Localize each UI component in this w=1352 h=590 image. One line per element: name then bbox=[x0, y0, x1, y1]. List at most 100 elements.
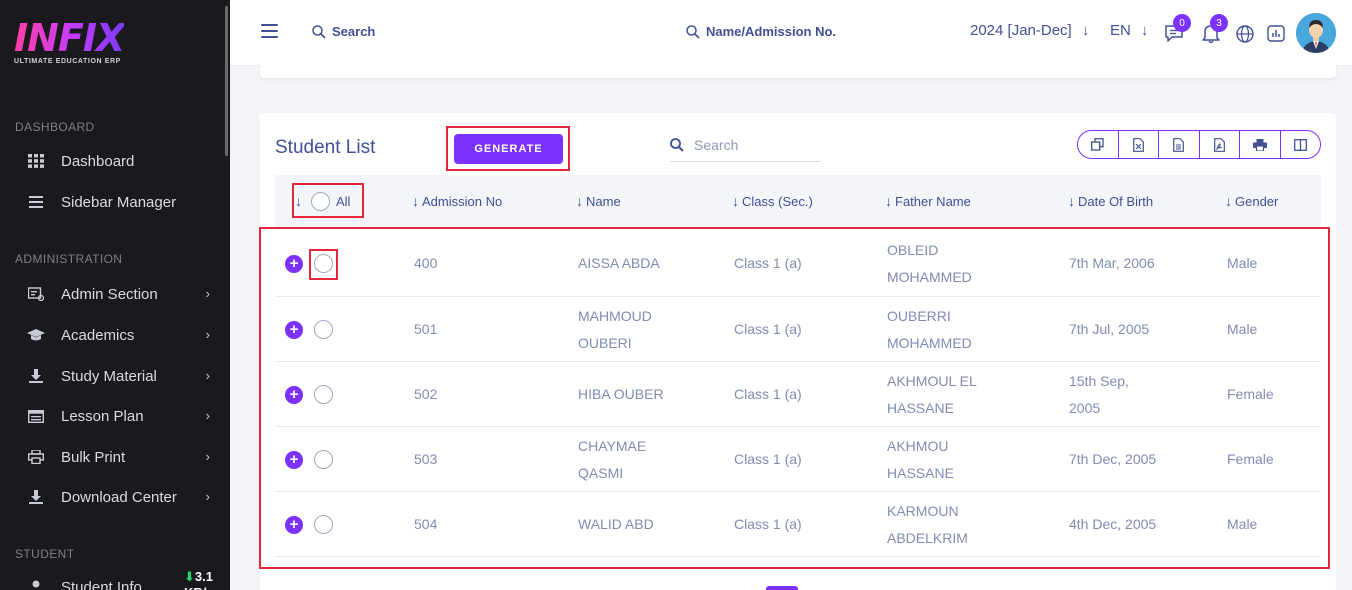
column-class[interactable]: ↓ Class (Sec.) bbox=[732, 175, 813, 227]
chevron-right-icon: › bbox=[205, 286, 210, 301]
copy-button[interactable] bbox=[1078, 131, 1119, 158]
column-visibility-button[interactable] bbox=[1281, 131, 1321, 158]
sort-arrow-icon: ↓ bbox=[885, 193, 892, 209]
column-header-label: All bbox=[336, 193, 351, 209]
sidebar-item-label: Bulk Print bbox=[61, 448, 126, 466]
sidebar-item-bulk-print[interactable]: Bulk Print › bbox=[0, 439, 228, 475]
printer-icon bbox=[1252, 138, 1267, 151]
section-title-student: STUDENT bbox=[15, 547, 75, 561]
column-header-label: Date Of Birth bbox=[1078, 193, 1154, 209]
excel-button[interactable] bbox=[1119, 131, 1159, 158]
user-avatar[interactable] bbox=[1296, 13, 1336, 53]
sidebar: INFIX ULTIMATE EDUCATION ERP DASHBOARD D… bbox=[0, 0, 230, 590]
generate-button[interactable]: GENERATE bbox=[454, 134, 563, 164]
sort-arrow-icon: ↓ bbox=[1068, 193, 1075, 209]
column-date-of-birth[interactable]: ↓ Date Of Birth bbox=[1068, 175, 1153, 227]
print-button[interactable] bbox=[1240, 131, 1281, 158]
sidebar-item-dashboard[interactable]: Dashboard bbox=[0, 143, 228, 179]
global-search-label: Search bbox=[332, 24, 376, 39]
generate-highlight: GENERATE bbox=[446, 126, 570, 171]
sidebar-item-admin-section[interactable]: Admin Section › bbox=[0, 276, 228, 312]
sidebar-item-academics[interactable]: Academics › bbox=[0, 317, 228, 353]
globe-icon bbox=[1236, 25, 1254, 43]
top-header: Search Name/Admission No. 2024 [Jan-Dec]… bbox=[230, 0, 1352, 66]
sidebar-item-label: Admin Section bbox=[61, 285, 158, 303]
column-admission-no[interactable]: ↓ Admission No bbox=[412, 175, 502, 227]
pdf-file-icon bbox=[1213, 137, 1225, 152]
messages-button[interactable]: 0 bbox=[1163, 14, 1191, 44]
hamburger-menu-icon[interactable] bbox=[261, 24, 278, 38]
table-search[interactable]: Search bbox=[670, 129, 821, 162]
reports-button[interactable] bbox=[1265, 22, 1287, 44]
sort-arrow-icon: ↓ bbox=[732, 193, 739, 209]
notifications-button[interactable]: 3 bbox=[1200, 14, 1228, 44]
rows-highlight bbox=[259, 227, 1330, 569]
sort-arrow-icon: ↓ bbox=[1225, 193, 1232, 209]
sidebar-scrollbar[interactable] bbox=[225, 6, 228, 156]
academic-year-value: 2024 [Jan-Dec] bbox=[970, 22, 1072, 39]
sidebar-item-label: Study Material bbox=[61, 367, 157, 385]
language-select[interactable]: EN ↓ bbox=[1110, 22, 1149, 39]
website-button[interactable] bbox=[1234, 22, 1256, 44]
columns-icon bbox=[1293, 138, 1307, 151]
avatar-icon bbox=[1296, 13, 1336, 53]
user-icon bbox=[27, 578, 45, 590]
pagination-current[interactable] bbox=[766, 586, 798, 590]
sort-arrow-icon: ↓ bbox=[412, 193, 419, 209]
select-all-radio[interactable] bbox=[311, 191, 330, 211]
section-title-dashboard: DASHBOARD bbox=[15, 120, 95, 134]
arrow-down-icon: ↓ bbox=[1081, 22, 1090, 39]
sidebar-item-label: Dashboard bbox=[61, 152, 135, 170]
chevron-right-icon: › bbox=[205, 449, 210, 464]
column-header-label: Admission No bbox=[422, 193, 503, 209]
sidebar-item-study-material[interactable]: Study Material › bbox=[0, 358, 228, 394]
chevron-right-icon: › bbox=[205, 327, 210, 342]
column-header-label: Class (Sec.) bbox=[742, 193, 813, 209]
sort-arrow-icon: ↓ bbox=[576, 193, 583, 209]
sidebar-item-label: Academics bbox=[61, 326, 135, 344]
arrow-down-icon: ⬇ bbox=[184, 569, 195, 584]
chevron-right-icon: › bbox=[205, 489, 210, 504]
sort-arrow-icon: ↓ bbox=[295, 193, 302, 209]
graduation-cap-icon bbox=[27, 326, 45, 344]
column-name[interactable]: ↓ Name bbox=[576, 175, 621, 227]
pdf-button[interactable] bbox=[1200, 131, 1240, 158]
table-icon bbox=[27, 407, 45, 425]
csv-button[interactable] bbox=[1159, 131, 1200, 158]
column-header-label: Gender bbox=[1235, 193, 1279, 209]
column-father-name[interactable]: ↓ Father Name bbox=[885, 175, 971, 227]
column-header-label: Father Name bbox=[895, 193, 971, 209]
admin-icon bbox=[27, 285, 45, 303]
language-value: EN bbox=[1110, 22, 1131, 39]
logo[interactable]: INFIX ULTIMATE EDUCATION ERP bbox=[14, 16, 125, 65]
excel-file-icon bbox=[1132, 137, 1144, 152]
search-icon bbox=[686, 24, 700, 39]
csv-file-icon bbox=[1173, 137, 1185, 152]
logo-word: INFIX bbox=[14, 16, 125, 60]
chevron-right-icon: › bbox=[205, 408, 210, 423]
student-search[interactable]: Name/Admission No. bbox=[686, 24, 836, 39]
column-select-all[interactable]: ↓ All bbox=[295, 175, 350, 227]
sidebar-item-sidebar-manager[interactable]: Sidebar Manager bbox=[0, 184, 228, 220]
logo-tagline: ULTIMATE EDUCATION ERP bbox=[14, 58, 121, 65]
sidebar-item-download-center[interactable]: Download Center › bbox=[0, 479, 228, 515]
table-search-input[interactable]: Search bbox=[694, 137, 738, 153]
column-header-label: Name bbox=[586, 193, 621, 209]
notifications-badge: 3 bbox=[1210, 14, 1228, 32]
sidebar-item-label: Download Center bbox=[61, 488, 177, 506]
messages-badge: 0 bbox=[1173, 14, 1191, 32]
chevron-right-icon: › bbox=[205, 368, 210, 383]
download-icon bbox=[27, 367, 45, 385]
copy-icon bbox=[1091, 138, 1104, 151]
arrow-down-icon: ↓ bbox=[1141, 22, 1149, 39]
export-button-group bbox=[1077, 130, 1321, 159]
search-icon bbox=[312, 24, 326, 39]
column-gender[interactable]: ↓ Gender bbox=[1225, 175, 1278, 227]
global-search[interactable]: Search bbox=[312, 24, 375, 39]
download-icon bbox=[27, 488, 45, 506]
academic-year-select[interactable]: 2024 [Jan-Dec] ↓ bbox=[970, 22, 1089, 39]
table-header: ↓ All ↓ Admission No ↓ Name ↓ Class (Sec… bbox=[275, 175, 1321, 227]
section-title-administration: ADMINISTRATION bbox=[15, 252, 123, 266]
network-speed: ⬇3.1 KB/s bbox=[184, 569, 230, 590]
sidebar-item-lesson-plan[interactable]: Lesson Plan › bbox=[0, 398, 228, 434]
